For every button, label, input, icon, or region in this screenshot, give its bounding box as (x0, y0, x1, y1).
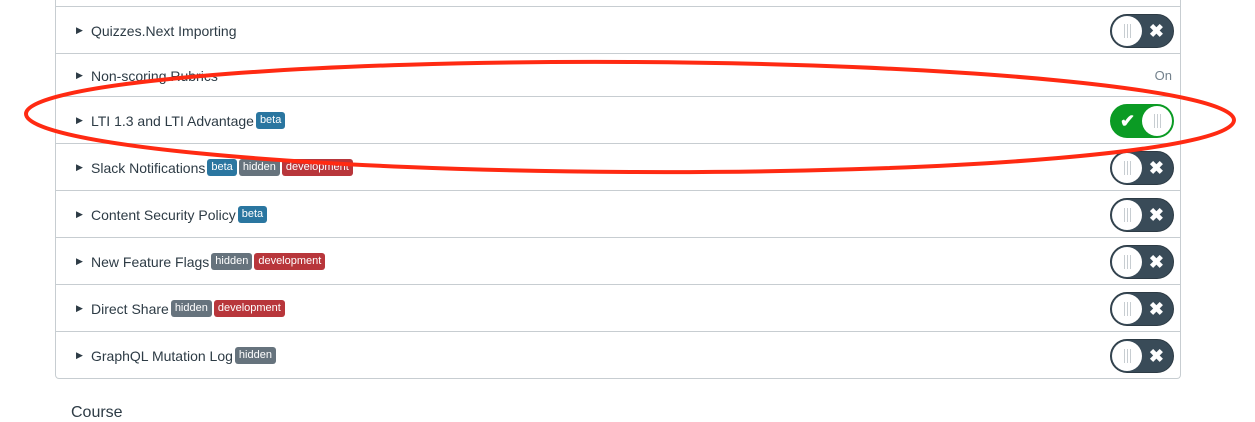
red-annotation-ellipse (24, 59, 1236, 175)
